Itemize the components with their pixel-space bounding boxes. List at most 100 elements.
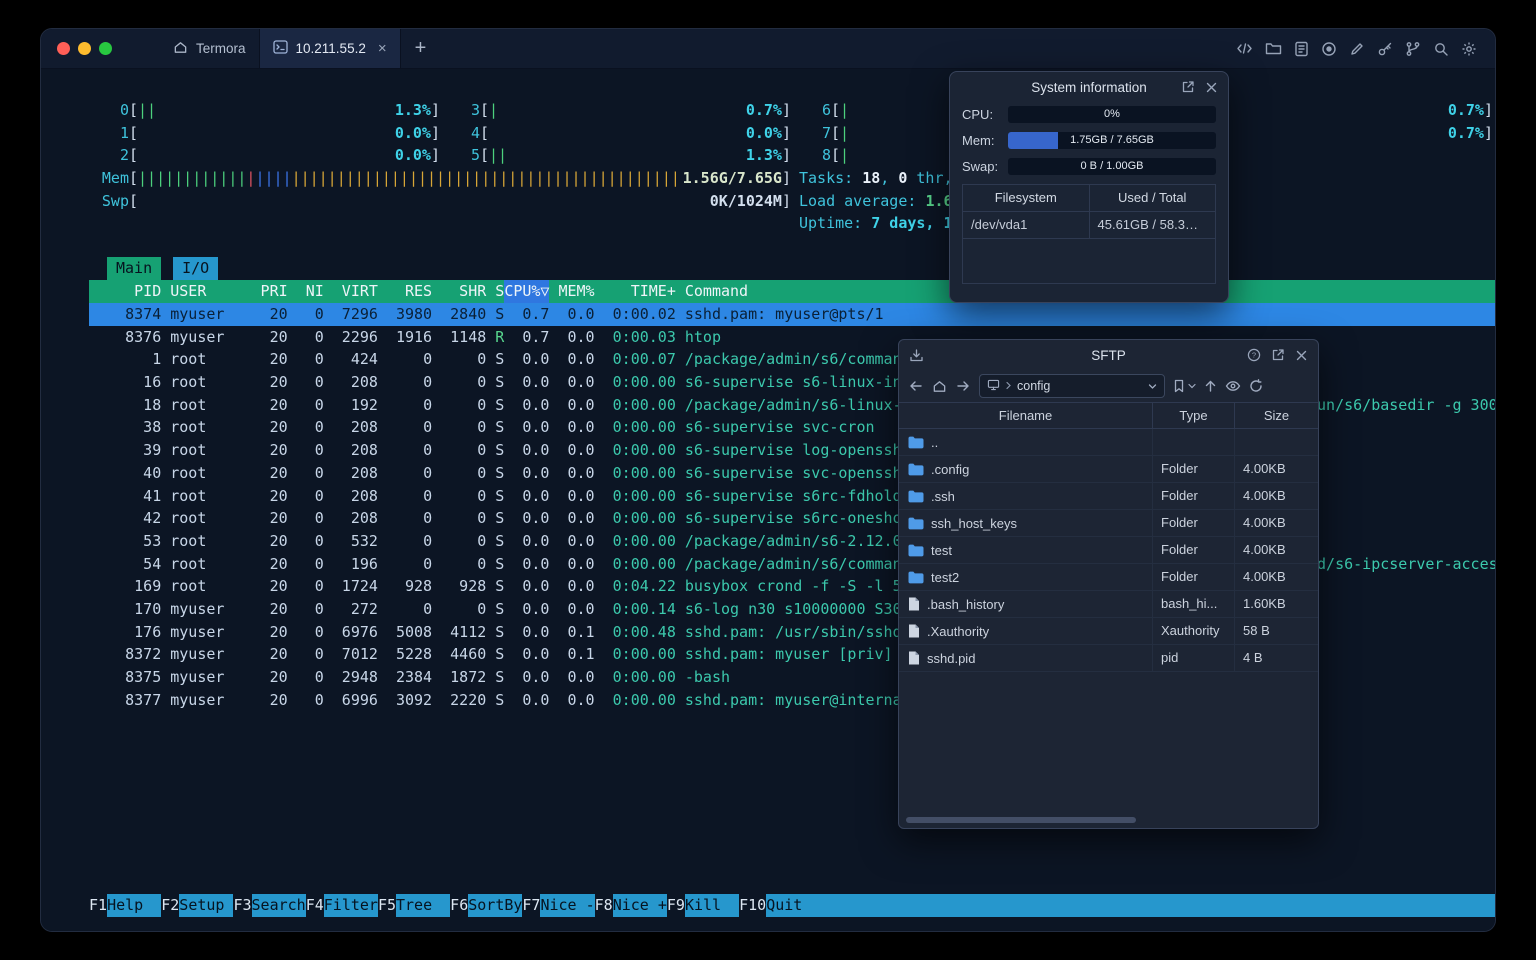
- cpu-meter-4: 4[0.0%]: [470, 123, 791, 142]
- fkey-f5[interactable]: F5: [378, 894, 396, 917]
- record-icon[interactable]: [1321, 41, 1337, 57]
- file-row[interactable]: .ssh Folder 4.00KB: [899, 483, 1318, 510]
- file-row[interactable]: .Xauthority Xauthority 58 B: [899, 618, 1318, 645]
- file-type: Folder: [1152, 510, 1234, 536]
- minimize-window-button[interactable]: [78, 42, 91, 55]
- close-panel-icon[interactable]: [1205, 81, 1218, 94]
- column-header-cpu[interactable]: CPU%▽: [504, 280, 549, 303]
- branch-icon[interactable]: [1405, 41, 1421, 57]
- fkey-f7[interactable]: F7: [522, 894, 540, 917]
- fs-column-header: Filesystem: [963, 185, 1090, 211]
- fkey-f1[interactable]: F1: [89, 894, 107, 917]
- file-row[interactable]: test Folder 4.00KB: [899, 537, 1318, 564]
- sftp-file-list: .. .config Folder 4.00KB .ssh Folder 4.00KB ssh…: [899, 429, 1318, 672]
- fkey-action-nice[interactable]: Nice +: [612, 894, 667, 917]
- column-header-type[interactable]: Type: [1152, 403, 1234, 428]
- folder-icon: [908, 463, 924, 476]
- fkey-f4[interactable]: F4: [306, 894, 324, 917]
- gauge-mem: Mem: 1.75GB / 7.65GB: [962, 132, 1216, 149]
- column-header-mem[interactable]: MEM%: [549, 280, 594, 303]
- file-type: Folder: [1152, 483, 1234, 509]
- file-row[interactable]: .bash_history bash_hi... 1.60KB: [899, 591, 1318, 618]
- gauge-swap: Swap: 0 B / 1.00GB: [962, 158, 1216, 175]
- column-header-user[interactable]: USER: [161, 280, 251, 303]
- column-header-s[interactable]: S: [486, 280, 504, 303]
- fkey-action-setup[interactable]: Setup: [179, 894, 234, 917]
- edit-icon[interactable]: [1349, 41, 1365, 57]
- fkey-action-filter[interactable]: Filter: [323, 894, 378, 917]
- column-header-res[interactable]: RES: [378, 280, 432, 303]
- fkey-f9[interactable]: F9: [667, 894, 685, 917]
- folder-icon: [908, 571, 924, 584]
- bookmark-icon[interactable]: [1173, 379, 1185, 393]
- fkey-f2[interactable]: F2: [161, 894, 179, 917]
- fkey-action-help[interactable]: Help: [107, 894, 162, 917]
- settings-icon[interactable]: [1461, 41, 1477, 57]
- file-size: 4.00KB: [1234, 510, 1318, 536]
- close-panel-icon[interactable]: [1295, 349, 1308, 362]
- new-tab-button[interactable]: +: [401, 29, 441, 68]
- process-row[interactable]: 8374 myuser 20 0 7296 3980 2840 S 0.7 0.0 0:00.02 s…: [89, 303, 1495, 326]
- eye-icon[interactable]: [1225, 380, 1241, 392]
- fkey-action-nice[interactable]: Nice -: [540, 894, 595, 917]
- file-row[interactable]: .config Folder 4.00KB: [899, 456, 1318, 483]
- key-icon[interactable]: [1377, 41, 1393, 57]
- column-header-filename[interactable]: Filename: [899, 403, 1152, 428]
- close-window-button[interactable]: [57, 42, 70, 55]
- chevron-down-icon[interactable]: [1188, 383, 1196, 389]
- fkey-f3[interactable]: F3: [233, 894, 251, 917]
- tab-label: Termora: [196, 41, 246, 56]
- refresh-icon[interactable]: [1249, 379, 1263, 393]
- open-in-window-icon[interactable]: [1181, 80, 1195, 94]
- cpu-meter-2: 2[0.0%]: [119, 146, 440, 165]
- column-header-size[interactable]: Size: [1234, 403, 1318, 428]
- search-icon[interactable]: [1433, 41, 1449, 57]
- folder-icon[interactable]: [1265, 41, 1282, 56]
- download-icon[interactable]: [909, 348, 924, 363]
- column-header-virt[interactable]: VIRT: [324, 280, 378, 303]
- tab-session[interactable]: 10.211.55.2 ×: [258, 29, 401, 68]
- cpu-meter-3: 3[| 0.7%]: [470, 101, 791, 119]
- column-header-pri[interactable]: PRI: [252, 280, 288, 303]
- close-tab-icon[interactable]: ×: [378, 40, 387, 57]
- column-header-time[interactable]: TIME+: [595, 280, 676, 303]
- fkey-action-quit[interactable]: Quit: [766, 894, 1495, 917]
- path-breadcrumb[interactable]: config: [979, 374, 1165, 398]
- column-header-ni[interactable]: NI: [288, 280, 324, 303]
- file-type: Folder: [1152, 537, 1234, 563]
- fkey-f6[interactable]: F6: [450, 894, 468, 917]
- file-row[interactable]: sshd.pid pid 4 B: [899, 645, 1318, 672]
- fkey-f8[interactable]: F8: [595, 894, 613, 917]
- column-header-pid[interactable]: PID: [89, 280, 161, 303]
- tab-termora[interactable]: Termora: [160, 29, 259, 68]
- file-row[interactable]: ssh_host_keys Folder 4.00KB: [899, 510, 1318, 537]
- file-row[interactable]: ..: [899, 429, 1318, 456]
- back-icon[interactable]: [908, 379, 924, 393]
- fkey-action-kill[interactable]: Kill: [684, 894, 740, 917]
- file-type: Folder: [1152, 456, 1234, 482]
- parent-directory-icon[interactable]: [1204, 379, 1217, 393]
- help-icon[interactable]: ?: [1247, 348, 1261, 362]
- home-icon[interactable]: [932, 379, 947, 394]
- log-icon[interactable]: [1294, 41, 1309, 57]
- file-name: sshd.pid: [927, 650, 976, 666]
- filesystem-row[interactable]: /dev/vda1 45.61GB / 58.3…: [963, 212, 1215, 239]
- horizontal-scrollbar[interactable]: [906, 817, 1136, 823]
- zoom-window-button[interactable]: [99, 42, 112, 55]
- forward-icon[interactable]: [955, 379, 971, 393]
- htop-tab-io[interactable]: I/O: [173, 257, 219, 280]
- gauge-bar: 0%: [1008, 106, 1216, 123]
- fkey-f10[interactable]: F10: [739, 894, 766, 917]
- fkey-action-tree[interactable]: Tree: [396, 894, 451, 917]
- open-in-window-icon[interactable]: [1271, 348, 1285, 362]
- code-icon[interactable]: [1236, 41, 1253, 56]
- htop-tab-main[interactable]: Main: [107, 257, 162, 280]
- system-information-panel: System information CPU: 0% Mem: 1.75GB / 7.…: [949, 71, 1229, 303]
- chevron-down-icon[interactable]: [1148, 379, 1157, 393]
- file-size: 4.00KB: [1234, 456, 1318, 482]
- column-header-shr[interactable]: SHR: [432, 280, 486, 303]
- fkey-action-sortby[interactable]: SortBy: [468, 894, 523, 917]
- filesystem-table: Filesystem Used / Total /dev/vda1 45.61GB …: [962, 184, 1216, 284]
- file-row[interactable]: test2 Folder 4.00KB: [899, 564, 1318, 591]
- fkey-action-search[interactable]: Search: [251, 894, 306, 917]
